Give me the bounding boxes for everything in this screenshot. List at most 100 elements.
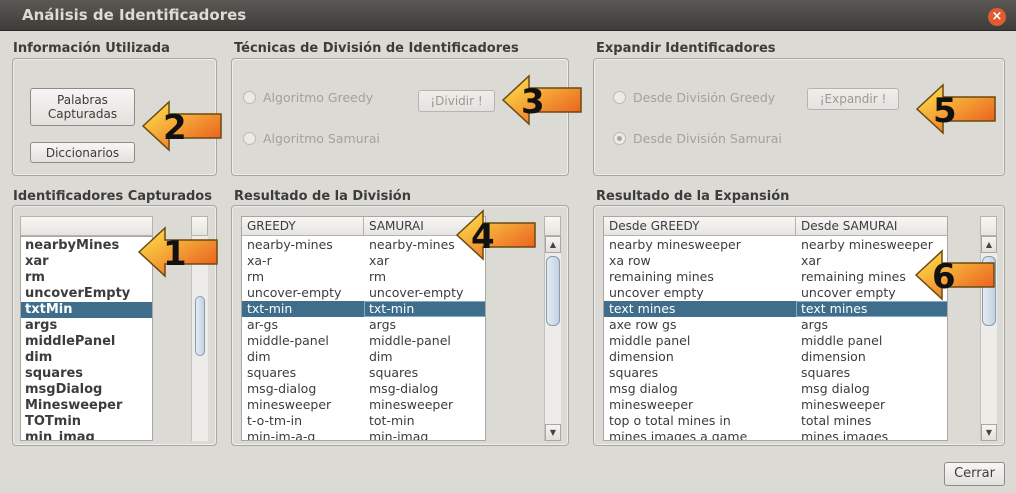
- table-row[interactable]: remaining mines remaining mines: [604, 269, 947, 285]
- table-cell: minesweeper: [801, 397, 886, 412]
- list-item[interactable]: txtMin: [21, 302, 152, 318]
- item-label: TOTmin: [25, 414, 82, 429]
- list-item[interactable]: rm: [21, 270, 152, 286]
- table-row[interactable]: txt-min txt-min: [242, 301, 485, 317]
- radio-label: Desde División Greedy: [633, 90, 776, 105]
- table-cell: msg dialog: [609, 381, 678, 396]
- table-cell: middle panel: [609, 333, 691, 348]
- division-table[interactable]: GREEDY SAMURAI nearby-mines nearby-mines x…: [241, 216, 486, 441]
- table-row[interactable]: minesweeper minesweeper: [604, 397, 947, 413]
- table-header: Desde GREEDY Desde SAMURAI: [604, 217, 947, 236]
- table-row[interactable]: rm rm: [242, 269, 485, 285]
- dialog-window: Análisis de Identificadores × Informació…: [0, 0, 1016, 493]
- table-row[interactable]: middle panel middle panel: [604, 333, 947, 349]
- table-cell: xa-r: [247, 253, 272, 268]
- table-cell: minesweeper: [247, 397, 332, 412]
- table-row[interactable]: mines images a game mines images: [604, 429, 947, 441]
- palabras-capturadas-button[interactable]: Palabras Capturadas: [30, 88, 135, 126]
- radio-algoritmo-samurai[interactable]: Algoritmo Samurai: [243, 131, 380, 146]
- item-label: squares: [25, 366, 84, 381]
- table-cell: msg-dialog: [247, 381, 317, 396]
- list-item[interactable]: nearbyMines: [21, 238, 152, 254]
- scroll-thumb[interactable]: [546, 256, 560, 326]
- radio-algoritmo-greedy[interactable]: Algoritmo Greedy: [243, 90, 373, 105]
- list-item[interactable]: min_imag: [21, 430, 152, 441]
- column-header-desde-samurai[interactable]: Desde SAMURAI: [796, 217, 947, 236]
- table-cell: args: [369, 317, 397, 332]
- scroll-thumb[interactable]: [195, 296, 205, 356]
- dividir-button[interactable]: ¡Dividir !: [418, 90, 495, 112]
- radio-desde-greedy[interactable]: Desde División Greedy: [613, 90, 775, 105]
- list-item[interactable]: middlePanel: [21, 334, 152, 350]
- expansion-table[interactable]: Desde GREEDY Desde SAMURAI nearby minesw…: [603, 216, 948, 441]
- title-bar[interactable]: Análisis de Identificadores ×: [0, 0, 1016, 31]
- table-row[interactable]: nearby minesweeper nearby minesweeper: [604, 237, 947, 253]
- list-item[interactable]: squares: [21, 366, 152, 382]
- radio-label: Algoritmo Greedy: [263, 90, 374, 105]
- table-cell: min-imag: [369, 429, 429, 441]
- table-cell: text mines: [609, 301, 676, 316]
- table-cell: ar-gs: [247, 317, 278, 332]
- scroll-down-icon[interactable]: ▼: [981, 424, 997, 441]
- scroll-down-icon[interactable]: ▼: [545, 424, 561, 441]
- table-row[interactable]: nearby-mines nearby-mines: [242, 237, 485, 253]
- table-row[interactable]: dimension dimension: [604, 349, 947, 365]
- expandir-button[interactable]: ¡Expandir !: [807, 88, 899, 110]
- close-icon[interactable]: ×: [988, 8, 1006, 26]
- division-heading: Resultado de la División: [234, 189, 411, 204]
- table-cell: minesweeper: [609, 397, 694, 412]
- table-row[interactable]: minesweeper minesweeper: [242, 397, 485, 413]
- captured-list[interactable]: nearbyMines xar rm uncoverEmpty txtMin args mi…: [20, 236, 153, 441]
- diccionarios-button[interactable]: Diccionarios: [30, 142, 135, 163]
- division-scrollbar[interactable]: ▲ ▼: [544, 236, 561, 441]
- table-row[interactable]: t-o-tm-in tot-min: [242, 413, 485, 429]
- info-heading: Información Utilizada: [13, 41, 170, 56]
- column-header-desde-greedy[interactable]: Desde GREEDY: [604, 217, 796, 236]
- table-row[interactable]: xa row xar: [604, 253, 947, 269]
- item-label: uncoverEmpty: [25, 286, 131, 301]
- list-item[interactable]: Minesweeper: [21, 398, 152, 414]
- table-cell: xa row: [609, 253, 651, 268]
- cerrar-button[interactable]: Cerrar: [944, 462, 1005, 486]
- callout-number: 5: [933, 91, 957, 131]
- table-cell: uncover-empty: [369, 285, 464, 300]
- table-cell: t-o-tm-in: [247, 413, 303, 428]
- callout-arrow-4: 4: [455, 209, 536, 261]
- column-header-greedy[interactable]: GREEDY: [242, 217, 364, 236]
- list-item[interactable]: args: [21, 318, 152, 334]
- table-row[interactable]: uncover-empty uncover-empty: [242, 285, 485, 301]
- table-row[interactable]: squares squares: [604, 365, 947, 381]
- table-row[interactable]: dim dim: [242, 349, 485, 365]
- table-cell: nearby minesweeper: [609, 237, 741, 252]
- table-row[interactable]: middle-panel middle-panel: [242, 333, 485, 349]
- list-item[interactable]: msgDialog: [21, 382, 152, 398]
- item-label: Minesweeper: [25, 398, 123, 413]
- item-label: min_imag: [25, 430, 95, 441]
- item-label: xar: [25, 254, 49, 269]
- table-row[interactable]: msg-dialog msg-dialog: [242, 381, 485, 397]
- callout-arrow-3: 3: [501, 74, 582, 126]
- table-row[interactable]: text mines text mines: [604, 301, 947, 317]
- callout-number: 3: [521, 82, 545, 122]
- list-item[interactable]: TOTmin: [21, 414, 152, 430]
- radio-desde-samurai[interactable]: Desde División Samurai: [613, 131, 782, 146]
- list-item[interactable]: uncoverEmpty: [21, 286, 152, 302]
- tecnicas-heading: Técnicas de División de Identificadores: [234, 41, 519, 56]
- table-rows: nearby minesweeper nearby minesweeper xa r…: [604, 237, 947, 441]
- list-item[interactable]: xar: [21, 254, 152, 270]
- table-cell: mines images: [801, 429, 889, 441]
- scroll-up-icon[interactable]: ▲: [545, 236, 561, 253]
- list-item[interactable]: dim: [21, 350, 152, 366]
- callout-number: 2: [163, 108, 187, 148]
- table-cell: uncover empty: [609, 285, 704, 300]
- table-row[interactable]: min-im-a-g min-imag: [242, 429, 485, 441]
- callout-arrow-6: 6: [914, 249, 995, 301]
- table-row[interactable]: uncover empty uncover empty: [604, 285, 947, 301]
- table-row[interactable]: msg dialog msg dialog: [604, 381, 947, 397]
- arrow-shape: [455, 209, 536, 261]
- table-row[interactable]: top o total mines in total mines: [604, 413, 947, 429]
- table-row[interactable]: squares squares: [242, 365, 485, 381]
- table-row[interactable]: xa-r xar: [242, 253, 485, 269]
- table-row[interactable]: axe row gs args: [604, 317, 947, 333]
- table-row[interactable]: ar-gs args: [242, 317, 485, 333]
